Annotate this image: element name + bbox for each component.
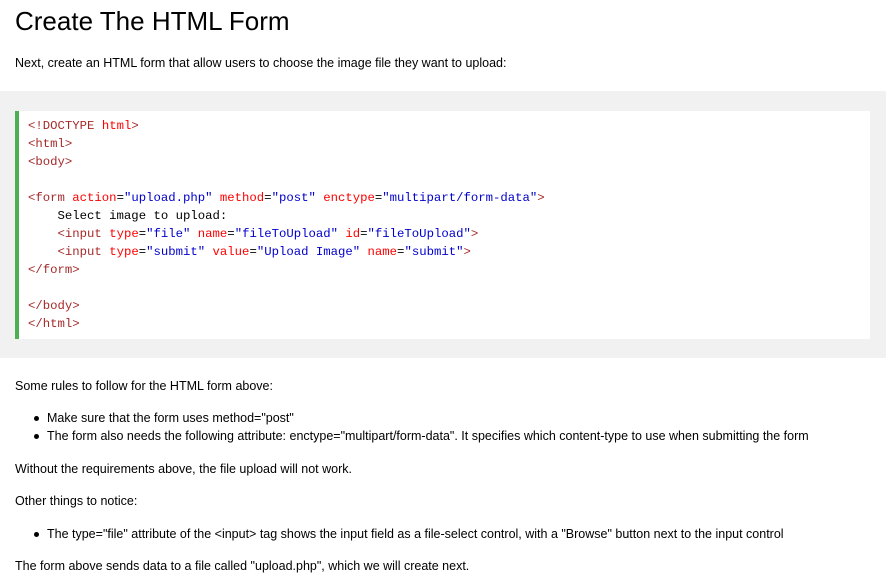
page-title: Create The HTML Form	[15, 6, 290, 36]
code-token: <form	[28, 191, 65, 205]
code-token: type	[101, 227, 139, 241]
code-token: =	[138, 245, 147, 259]
code-token: <input	[57, 245, 102, 259]
code-token: action	[64, 191, 117, 205]
code-line: <input type="file" name="fileToUpload" i…	[28, 225, 545, 243]
code-token: >	[463, 245, 471, 259]
code-token: =	[360, 227, 368, 241]
code-line: <html>	[28, 135, 545, 153]
code-token: <body>	[28, 155, 73, 169]
rules-intro: Some rules to follow for the HTML form a…	[15, 379, 273, 393]
code-line: <body>	[28, 153, 545, 171]
code-token: =	[138, 227, 147, 241]
code-token: html	[94, 119, 132, 133]
code-token: =	[116, 191, 124, 205]
code-token: type	[101, 245, 139, 259]
code-token: method	[212, 191, 265, 205]
code-token: "fileToUpload"	[234, 227, 338, 241]
code-token: =	[264, 191, 272, 205]
code-line: <input type="submit" value="Upload Image…	[28, 243, 545, 261]
code-token: >	[131, 119, 139, 133]
requirement-note: Without the requirements above, the file…	[15, 462, 352, 476]
code-token: <input	[57, 227, 102, 241]
code-token: name	[190, 227, 228, 241]
notice-intro: Other things to notice:	[15, 494, 138, 508]
code-token: id	[338, 227, 361, 241]
list-item: The type="file" attribute of the <input>…	[0, 525, 784, 543]
code-token: Select image to upload:	[28, 209, 228, 223]
code-line: <form action="upload.php" method="post" …	[28, 189, 545, 207]
code-token: </html>	[28, 317, 80, 331]
code-token: "post"	[271, 191, 316, 205]
code-token: =	[249, 245, 257, 259]
code-line: </html>	[28, 315, 545, 333]
code-token: "multipart/form-data"	[382, 191, 538, 205]
code-token: !DOCTYPE	[35, 119, 95, 133]
notices-list: The type="file" attribute of the <input>…	[0, 525, 784, 543]
code-token: <html>	[28, 137, 73, 151]
code-token: </body>	[28, 299, 80, 313]
code-example-band: <!DOCTYPE html> <html> <body> <form action=…	[0, 91, 886, 358]
list-item: The form also needs the following attrib…	[0, 427, 809, 445]
closing-paragraph: The form above sends data to a file call…	[15, 559, 470, 573]
code-line: Select image to upload:	[28, 207, 545, 225]
code-token: =	[227, 227, 235, 241]
code-token: "submit"	[146, 245, 206, 259]
code-token: "upload.php"	[123, 191, 213, 205]
code-token: >	[470, 227, 479, 241]
list-item: Make sure that the form uses method="pos…	[0, 409, 809, 427]
tutorial-page: Create The HTML Form Next, create an HTM…	[0, 0, 895, 582]
code-token: "Upload Image"	[256, 245, 361, 259]
code-line: </body>	[28, 297, 545, 315]
code-token: >	[537, 191, 545, 205]
intro-paragraph: Next, create an HTML form that allow use…	[15, 56, 507, 70]
code-token: </form>	[28, 263, 80, 277]
code-token: "fileToUpload"	[367, 227, 471, 241]
code-example-box: <!DOCTYPE html> <html> <body> <form action=…	[15, 111, 870, 339]
code-line: <!DOCTYPE html>	[28, 117, 545, 135]
rules-list: Make sure that the form uses method="pos…	[0, 409, 809, 445]
code-token: "submit"	[404, 245, 464, 259]
code-line: </form>	[28, 261, 545, 279]
code-block: <!DOCTYPE html> <html> <body> <form action=…	[28, 117, 545, 333]
code-token: enctype	[315, 191, 375, 205]
code-token: "file"	[146, 227, 191, 241]
code-token: value	[205, 245, 250, 259]
code-token: name	[360, 245, 398, 259]
